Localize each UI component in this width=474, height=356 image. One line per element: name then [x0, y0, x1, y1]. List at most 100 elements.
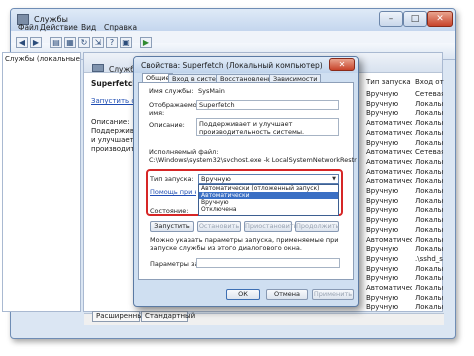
startup-params-input[interactable] [196, 258, 340, 268]
row-start-type[interactable]: Вручную [366, 206, 412, 214]
minimize-button[interactable]: – [379, 11, 403, 27]
row-start-type[interactable]: Вручную [366, 245, 412, 253]
startup-params-hint: Можно указать параметры запуска, применя… [150, 236, 339, 252]
row-logon-as[interactable]: Локальная [415, 236, 443, 244]
row-start-type[interactable]: Вручную [366, 226, 412, 234]
exe-path: C:\Windows\system32\svchost.exe -k Local… [149, 156, 357, 164]
menu-view[interactable]: Вид [81, 23, 96, 32]
row-logon-as[interactable]: Локальная [415, 129, 443, 137]
display-name-value: Superfetch [199, 101, 235, 109]
row-start-type[interactable]: Вручную [366, 303, 412, 311]
row-logon-as[interactable]: Сетевая сл [415, 148, 443, 156]
exe-label: Исполняемый файл: [149, 148, 219, 156]
description-label: Описание: [91, 118, 130, 126]
row-start-type[interactable]: Вручную [366, 109, 412, 117]
row-start-type[interactable]: Автоматически [366, 119, 412, 127]
show-tree-icon[interactable]: ▤ [50, 37, 62, 48]
row-start-type[interactable]: Вручную [366, 139, 412, 147]
row-logon-as[interactable]: Локальная [415, 187, 443, 195]
startup-type-label: Тип запуска: [150, 175, 194, 183]
startup-option-manual[interactable]: Вручную [199, 199, 338, 206]
row-start-type[interactable]: Вручную [366, 187, 412, 195]
row-logon-as[interactable]: Сетевая сл [415, 90, 443, 98]
startup-type-select[interactable]: Вручную [198, 174, 339, 184]
row-start-type[interactable]: Автоматически [366, 129, 412, 137]
tree-icon[interactable]: ▣ [120, 37, 132, 48]
refresh-icon[interactable]: ↻ [78, 37, 90, 48]
row-start-type[interactable]: Вручную [366, 216, 412, 224]
start-button[interactable]: Запустить [150, 221, 194, 232]
chevron-down-icon[interactable]: ▼ [330, 175, 338, 183]
startup-option-auto-delayed[interactable]: Автоматически (отложенный запуск) [199, 185, 338, 192]
back-icon[interactable]: ◀ [16, 37, 28, 48]
menu-file[interactable]: Файл [18, 23, 39, 32]
row-logon-as[interactable]: Локальная [415, 245, 443, 253]
cancel-button[interactable]: Отмена [266, 289, 308, 300]
display-name-label: Отображаемое имя: [149, 101, 201, 117]
row-logon-as[interactable]: Локальная [415, 216, 443, 224]
row-start-type[interactable]: Автоматически [366, 148, 412, 156]
row-logon-as[interactable]: Локальная [415, 119, 443, 127]
gear-icon [92, 64, 104, 72]
stop-button[interactable]: Остановить [197, 221, 241, 232]
column-header-start-type[interactable]: Тип запуска [366, 78, 411, 86]
tree-item-services[interactable]: Службы (локальные [5, 55, 80, 63]
dialog-title-bar[interactable]: Свойства: Superfetch (Локальный компьюте… [134, 57, 358, 73]
row-logon-as[interactable]: Локальная [415, 139, 443, 147]
dialog-description-box[interactable]: Поддерживает и улучшает производительнос… [196, 118, 339, 136]
ok-button[interactable]: ОК [226, 289, 260, 300]
row-start-type[interactable]: Вручную [366, 255, 412, 263]
row-start-type[interactable]: Автоматически [366, 284, 412, 292]
row-logon-as[interactable]: Локальная [415, 100, 443, 108]
export-icon[interactable]: ⇲ [92, 37, 104, 48]
row-logon-as[interactable]: Локальная [415, 284, 443, 292]
row-start-type[interactable]: Автоматически [366, 168, 412, 176]
row-logon-as[interactable]: .\sshd_se [415, 255, 443, 263]
service-name-label: Имя службы: [149, 87, 194, 95]
help-icon[interactable]: ? [106, 37, 118, 48]
console-tree [2, 52, 81, 312]
menu-action[interactable]: Действие [40, 23, 78, 32]
help-configure-link[interactable]: Помощь при настр [150, 188, 196, 196]
properties-icon[interactable]: ▦ [64, 37, 76, 48]
column-header-logon-as[interactable]: Вход от им [415, 78, 445, 86]
startup-option-auto[interactable]: Автоматически [199, 192, 338, 199]
selected-service-name: Superfetch [91, 79, 138, 88]
play-icon[interactable]: ▶ [140, 37, 152, 48]
pause-button[interactable]: Приостановить [244, 221, 297, 232]
row-logon-as[interactable]: Локальная [415, 226, 443, 234]
tab-extended[interactable]: Расширенный [92, 311, 147, 322]
row-start-type[interactable]: Автоматически [366, 158, 412, 166]
row-logon-as[interactable]: Локальная [415, 168, 443, 176]
row-logon-as[interactable]: Локальная [415, 303, 443, 311]
dialog-close-button[interactable]: ✕ [329, 58, 355, 71]
row-logon-as[interactable]: Локальная [415, 206, 443, 214]
description-text: Поддерживает и улучшает производительнос… [91, 127, 136, 153]
row-start-type[interactable]: Вручную [366, 90, 412, 98]
row-start-type[interactable]: Вручную [366, 197, 412, 205]
status-label: Состояние: [150, 207, 189, 215]
row-start-type[interactable]: Вручную [366, 265, 412, 273]
row-logon-as[interactable]: Локальная [415, 294, 443, 302]
menu-help[interactable]: Справка [104, 23, 137, 32]
tab-standard[interactable]: Стандартный [141, 311, 195, 322]
close-button[interactable]: ✕ [427, 11, 453, 27]
row-start-type[interactable]: Автоматически [366, 177, 412, 185]
resume-button[interactable]: Продолжить [295, 221, 339, 232]
forward-icon[interactable]: ▶ [30, 37, 42, 48]
row-logon-as[interactable]: Локальная [415, 177, 443, 185]
row-logon-as[interactable]: Локальная [415, 109, 443, 117]
row-logon-as[interactable]: Локальная [415, 197, 443, 205]
row-start-type[interactable]: Вручную [366, 100, 412, 108]
dialog-description-label: Описание: [149, 121, 185, 129]
row-logon-as[interactable]: Локальная [415, 265, 443, 273]
row-start-type[interactable]: Вручную [366, 294, 412, 302]
services-header-title: Служб [109, 65, 135, 74]
row-start-type[interactable]: Автоматически [366, 236, 412, 244]
startup-option-disabled[interactable]: Отключена [199, 206, 338, 213]
apply-button[interactable]: Применить [312, 289, 354, 300]
row-logon-as[interactable]: Локальная [415, 274, 443, 282]
maximize-button[interactable]: □ [403, 11, 427, 27]
row-start-type[interactable]: Вручную [366, 274, 412, 282]
row-logon-as[interactable]: Локальная [415, 158, 443, 166]
